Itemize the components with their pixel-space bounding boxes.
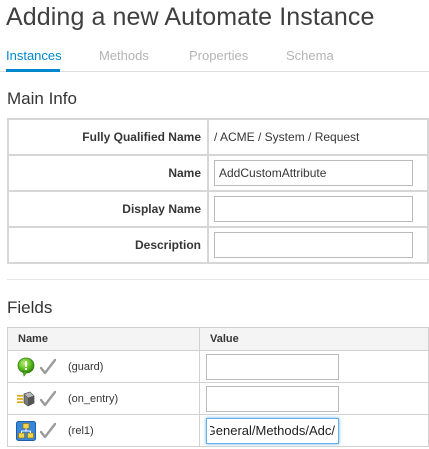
description-label: Description: [9, 228, 207, 262]
fqname-value: / ACME / System / Request: [209, 120, 427, 154]
main-info-form: Fully Qualified Name / ACME / System / R…: [7, 118, 429, 264]
column-header-name: Name: [7, 327, 200, 351]
fields-header-row: Name Value: [7, 327, 429, 351]
fqname-label: Fully Qualified Name: [9, 120, 207, 154]
page: Adding a new Automate Instance Instances…: [0, 0, 429, 449]
check-icon: [39, 389, 57, 409]
active-tab-indicator: [6, 69, 60, 72]
form-row-display-name: Display Name: [9, 192, 427, 226]
fields-heading: Fields: [7, 298, 53, 317]
name-label: Name: [9, 156, 207, 190]
field-name: (on_entry): [68, 392, 119, 405]
section-divider: [7, 279, 429, 280]
guard-icon: [16, 357, 36, 377]
form-row-name: Name: [9, 156, 427, 190]
tab-schema[interactable]: Schema: [286, 48, 334, 63]
tab-methods[interactable]: Methods: [99, 48, 149, 63]
display-name-input[interactable]: [214, 196, 413, 222]
form-row-fqname: Fully Qualified Name / ACME / System / R…: [9, 120, 427, 154]
main-info-heading: Main Info: [7, 89, 77, 108]
table-row: (rel1): [7, 414, 429, 447]
form-row-description: Description: [9, 228, 427, 262]
tab-properties[interactable]: Properties: [189, 48, 248, 63]
on-entry-icon: [16, 389, 36, 409]
field-name: (rel1): [68, 424, 94, 437]
column-header-value: Value: [199, 327, 429, 351]
rel1-value-input[interactable]: [206, 417, 339, 444]
check-icon: [39, 357, 57, 377]
description-input[interactable]: [214, 232, 413, 258]
on-entry-value-input[interactable]: [206, 385, 339, 412]
tab-instances[interactable]: Instances: [6, 48, 62, 63]
field-name: (guard): [68, 360, 104, 373]
name-input[interactable]: [214, 160, 413, 186]
check-icon: [39, 421, 57, 441]
fields-table: Name Value (guard) (on_entry) (rel1) /Ge…: [7, 327, 429, 447]
relationship-icon: [16, 420, 36, 441]
tab-bar: Instances Methods Properties Schema: [0, 44, 429, 72]
table-row: (on_entry): [7, 382, 429, 415]
table-row: (guard): [7, 350, 429, 383]
guard-value-input[interactable]: [206, 353, 339, 380]
display-name-label: Display Name: [9, 192, 207, 226]
page-title: Adding a new Automate Instance: [6, 3, 375, 31]
